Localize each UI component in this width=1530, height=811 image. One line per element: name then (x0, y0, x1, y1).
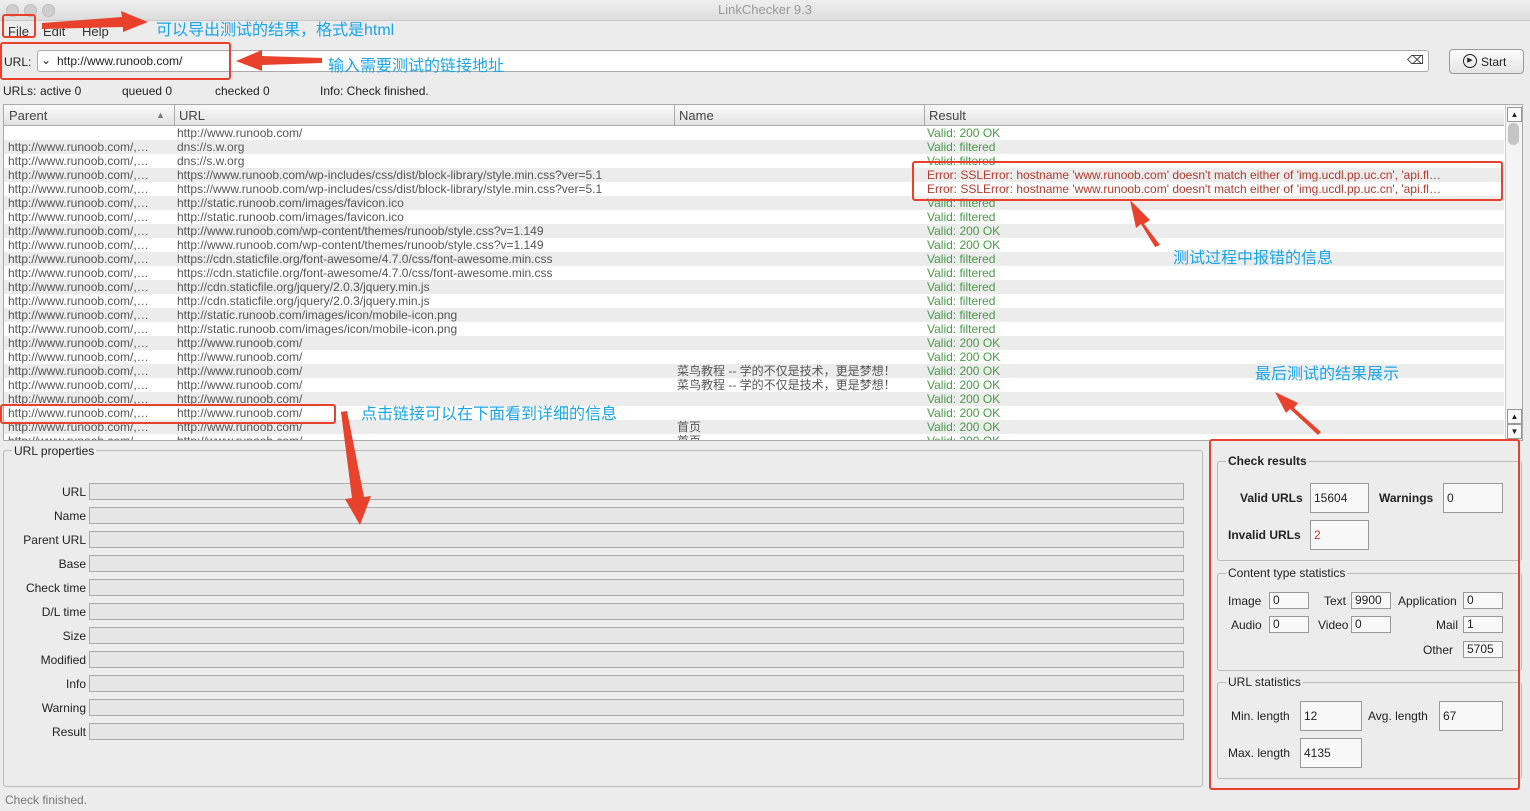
annotation-error-info: 测试过程中报错的信息 (1173, 250, 1334, 267)
annotation-arrows (42, 11, 1321, 525)
annotation-url-input: 输入需要测试的链接地址 (328, 58, 505, 75)
annotation-file-export: 可以导出测试的结果，格式是html (156, 22, 395, 39)
annotation-results: 最后测试的结果展示 (1255, 366, 1400, 383)
annotation-click-row: 点击链接可以在下面看到详细的信息 (361, 406, 618, 423)
